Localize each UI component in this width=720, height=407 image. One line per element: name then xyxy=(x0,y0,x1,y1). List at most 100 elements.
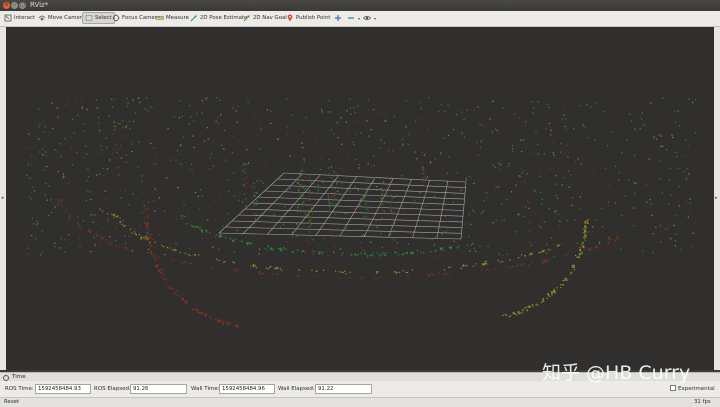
cloud-point xyxy=(557,197,559,199)
cloud-point xyxy=(126,97,128,100)
cloud-point xyxy=(245,242,247,244)
cloud-point xyxy=(27,164,29,166)
cloud-point xyxy=(115,167,118,169)
cloud-point xyxy=(62,205,64,207)
cloud-point xyxy=(279,248,281,250)
cloud-point xyxy=(154,157,156,159)
cloud-point xyxy=(690,246,692,248)
cloud-point xyxy=(473,211,475,213)
cloud-point xyxy=(328,211,330,213)
add-tool-button[interactable] xyxy=(334,12,344,24)
right-dock-handle[interactable]: ▸ xyxy=(714,27,720,370)
cloud-point xyxy=(113,121,115,123)
cloud-point xyxy=(393,211,395,213)
cloud-point xyxy=(171,258,173,260)
tool-move-camera[interactable]: Move Camera xyxy=(38,12,85,24)
cloud-point xyxy=(218,248,220,250)
cloud-point xyxy=(219,320,221,323)
cloud-point xyxy=(30,198,33,200)
cloud-point xyxy=(579,253,582,255)
cloud-point xyxy=(695,120,697,122)
minimize-window-button[interactable]: – xyxy=(11,2,18,9)
tool-interact[interactable]: Interact xyxy=(4,12,35,24)
cloud-point xyxy=(354,186,356,188)
cloud-point xyxy=(692,232,694,234)
cloud-point xyxy=(513,313,515,315)
cloud-point xyxy=(57,203,59,205)
cloud-point xyxy=(383,211,385,213)
tool-publish-point[interactable]: Publish Point xyxy=(286,12,330,24)
cloud-point xyxy=(492,222,494,224)
cloud-point xyxy=(349,191,351,193)
cloud-point xyxy=(238,199,240,201)
cloud-point xyxy=(589,248,591,251)
maximize-window-button[interactable]: □ xyxy=(19,2,26,9)
cloud-point xyxy=(189,105,191,107)
cloud-point xyxy=(330,129,332,131)
cloud-point xyxy=(219,319,221,321)
cloud-point xyxy=(442,274,444,276)
cloud-point xyxy=(331,229,333,231)
cloud-point xyxy=(567,156,569,158)
cloud-point xyxy=(266,250,268,252)
cloud-point xyxy=(443,137,445,139)
cloud-point xyxy=(180,215,182,217)
cloud-point xyxy=(79,228,81,230)
cloud-point xyxy=(144,216,146,218)
chevron-down-icon: ▾ xyxy=(374,15,377,21)
ros-time-field[interactable]: 1592458484.93 xyxy=(35,383,91,394)
tool-2d-pose-estimate[interactable]: 2D Pose Estimate xyxy=(190,12,247,24)
cloud-point xyxy=(475,250,477,252)
cloud-point xyxy=(507,165,509,167)
wall-time-field[interactable]: 1592458484.96 xyxy=(219,383,275,394)
cloud-point xyxy=(273,214,275,216)
cloud-point xyxy=(519,139,522,141)
cloud-point xyxy=(247,244,249,246)
cloud-point xyxy=(577,158,579,160)
3d-render-viewport[interactable] xyxy=(6,27,714,370)
tool-select[interactable]: Select xyxy=(82,12,115,24)
cloud-point xyxy=(316,275,318,277)
cloud-point xyxy=(416,158,418,160)
cloud-point xyxy=(357,189,359,191)
close-window-button[interactable]: × xyxy=(3,2,10,9)
cloud-point xyxy=(217,116,219,118)
cloud-point xyxy=(364,252,366,254)
cloud-point xyxy=(222,322,224,324)
view-options-button[interactable]: ▾ xyxy=(363,12,376,24)
tool-measure[interactable]: Measure xyxy=(156,12,189,24)
cloud-point xyxy=(131,249,133,251)
cloud-point xyxy=(366,229,368,232)
tool-2d-nav-goal[interactable]: 2D Nav Goal xyxy=(243,12,287,24)
cloud-point xyxy=(199,189,201,191)
cloud-point xyxy=(513,113,515,115)
cloud-point xyxy=(239,269,241,271)
cloud-point xyxy=(76,223,79,225)
cloud-point xyxy=(681,155,684,157)
cloud-point xyxy=(687,145,689,147)
wall-elapsed-field[interactable]: 91.22 xyxy=(315,383,372,394)
cloud-point xyxy=(544,261,547,263)
cloud-point xyxy=(393,208,395,210)
cloud-point xyxy=(253,113,255,115)
cloud-point xyxy=(160,272,162,274)
cloud-point xyxy=(370,129,372,131)
cloud-point xyxy=(573,128,575,130)
tool-focus-camera[interactable]: Focus Camera xyxy=(112,12,160,24)
cloud-point xyxy=(431,239,433,241)
remove-tool-button[interactable]: ▾ xyxy=(347,12,360,24)
cloud-point xyxy=(360,252,362,254)
experimental-checkbox[interactable] xyxy=(670,385,676,391)
cloud-point xyxy=(389,148,391,150)
cloud-point xyxy=(174,292,176,294)
cloud-point xyxy=(153,147,155,149)
cloud-point xyxy=(530,305,532,308)
ros-elapsed-field[interactable]: 91.26 xyxy=(130,383,187,394)
cloud-point xyxy=(592,172,594,174)
cloud-point xyxy=(62,199,64,201)
cloud-point xyxy=(68,234,70,236)
cloud-point xyxy=(179,153,181,155)
cloud-point xyxy=(407,131,409,133)
cloud-point xyxy=(334,245,336,247)
cloud-point xyxy=(308,176,311,179)
